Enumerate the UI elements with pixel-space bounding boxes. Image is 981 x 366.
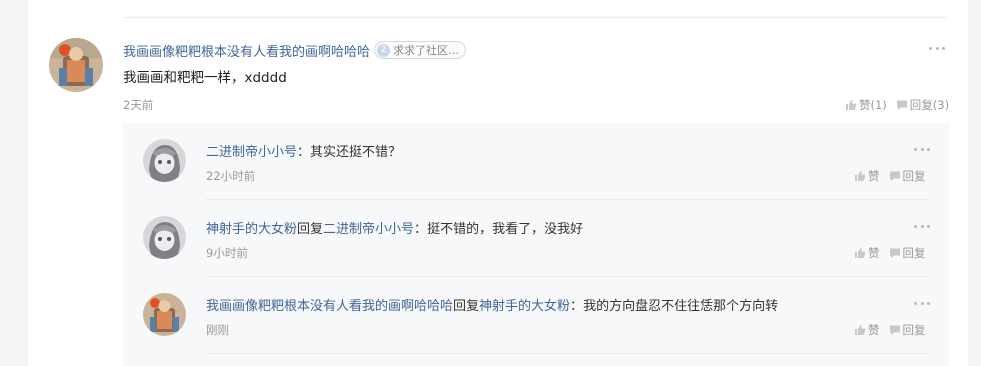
reply-target-link[interactable]: 二进制帝小小号 <box>323 222 414 237</box>
thumbs-up-icon <box>855 248 866 258</box>
comment-header: 我画画像粑粑根本没有人看我的画啊哈哈哈 2 求求了社区… <box>123 41 467 60</box>
reply-actions: 赞 回复 <box>854 322 926 338</box>
reply-button[interactable]: 回复 <box>889 168 926 184</box>
reply-button[interactable]: 回复(3) <box>896 97 949 113</box>
reply-text: 我的方向盘忍不住往恁那个方向转 <box>583 299 779 314</box>
like-button[interactable]: 赞(1) <box>845 97 887 113</box>
comment-bubble-icon <box>889 325 900 335</box>
reply-time: 9小时前 <box>206 246 248 260</box>
reply-actions: 赞 回复 <box>854 245 926 261</box>
like-button[interactable]: 赞 <box>854 322 880 338</box>
like-button[interactable]: 赞 <box>854 168 880 184</box>
reply-time: 刚刚 <box>206 323 229 337</box>
badge-level-icon: 2 <box>377 43 391 57</box>
comment-bubble-icon <box>889 171 900 181</box>
divider <box>206 276 929 277</box>
divider <box>206 353 929 354</box>
like-button[interactable]: 赞 <box>854 245 880 261</box>
reply-label: 回复 <box>902 246 926 260</box>
reply-word: 回复 <box>453 299 480 314</box>
comment-bubble-icon <box>889 248 900 258</box>
thumbs-up-icon <box>855 171 866 181</box>
reply-line: 神射手的大女粉回复二进制帝小小号：挺不错的，我看了，没我好 <box>206 218 583 237</box>
comment-actions: 赞(1) 回复(3) <box>845 97 949 113</box>
more-dots-icon[interactable] <box>914 223 930 229</box>
divider <box>206 199 929 200</box>
user-badge[interactable]: 2 求求了社区… <box>374 41 467 59</box>
reply-count: 回复(3) <box>909 98 950 112</box>
reply-line: 我画画像粑粑根本没有人看我的画啊哈哈哈回复神射手的大女粉：我的方向盘忍不住往恁那… <box>206 295 778 314</box>
more-dots-icon[interactable] <box>914 146 930 152</box>
avatar[interactable] <box>143 139 186 182</box>
reply-label: 回复 <box>902 323 926 337</box>
comment-bubble-icon <box>896 100 907 110</box>
reply-author-link[interactable]: 二进制帝小小号 <box>206 145 297 160</box>
reply-actions: 赞 回复 <box>854 168 926 184</box>
comment-time: 2天前 <box>123 98 154 112</box>
reply-time: 22小时前 <box>206 169 256 183</box>
reply-button[interactable]: 回复 <box>889 245 926 261</box>
reply-author-link[interactable]: 神射手的大女粉 <box>206 222 297 237</box>
badge-text: 求求了社区… <box>393 44 460 57</box>
avatar[interactable] <box>143 216 186 259</box>
replies-panel: 二进制帝小小号：其实还挺不错？ 22小时前 赞 回复 神射手的大女粉回复二进制帝… <box>123 123 949 366</box>
separator: ： <box>570 299 584 314</box>
reply-target-link[interactable]: 神射手的大女粉 <box>479 299 570 314</box>
like-count: 赞(1) <box>859 98 887 112</box>
reply-button[interactable]: 回复 <box>889 322 926 338</box>
more-dots-icon[interactable] <box>929 45 945 51</box>
comment-author-link[interactable]: 我画画像粑粑根本没有人看我的画啊哈哈哈 <box>123 41 370 60</box>
avatar[interactable] <box>143 293 186 336</box>
reply-text: 其实还挺不错？ <box>310 145 402 160</box>
separator: ： <box>414 222 428 237</box>
reply-label: 回复 <box>902 169 926 183</box>
thumbs-up-icon <box>846 100 857 110</box>
like-label: 赞 <box>868 169 880 183</box>
divider <box>123 17 948 18</box>
like-label: 赞 <box>868 323 880 337</box>
thumbs-up-icon <box>855 325 866 335</box>
comment-text: 我画画和粑粑一样，xdddd <box>123 70 287 86</box>
like-label: 赞 <box>868 246 880 260</box>
reply-author-link[interactable]: 我画画像粑粑根本没有人看我的画啊哈哈哈 <box>206 299 453 314</box>
more-dots-icon[interactable] <box>914 300 930 306</box>
reply-word: 回复 <box>297 222 324 237</box>
reply-text: 挺不错的，我看了，没我好 <box>427 222 584 237</box>
reply-line: 二进制帝小小号：其实还挺不错？ <box>206 141 401 160</box>
avatar[interactable] <box>49 38 103 92</box>
separator: ： <box>297 145 311 160</box>
